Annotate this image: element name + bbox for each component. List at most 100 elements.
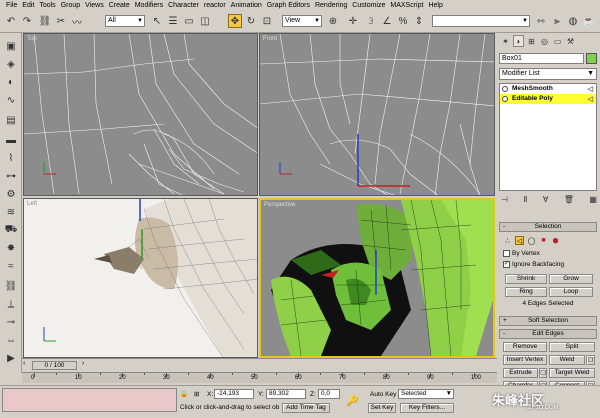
remove-button[interactable]: Remove xyxy=(503,342,547,352)
viewport-perspective[interactable]: Perspective xyxy=(259,198,495,358)
fracture-icon[interactable]: ✸ xyxy=(4,241,18,255)
prismatic-icon[interactable]: ⇔ xyxy=(4,333,18,347)
remove-modifier-icon[interactable]: 🗑 xyxy=(564,195,574,207)
menu-item-reactor[interactable]: reactor xyxy=(204,2,226,9)
spinner-snap-icon[interactable]: ⇕ xyxy=(412,14,426,28)
undo-icon[interactable]: ↶ xyxy=(4,14,18,28)
motor-icon[interactable]: ⚙ xyxy=(4,187,18,201)
menu-item-modifiers[interactable]: Modifiers xyxy=(135,2,163,9)
show-end-result-icon[interactable]: Ⅱ xyxy=(523,195,527,207)
bulb-icon[interactable] xyxy=(502,96,508,102)
object-color-swatch[interactable] xyxy=(586,53,597,64)
maxscript-listener[interactable] xyxy=(2,388,177,412)
viewport-label-perspective[interactable]: Perspective xyxy=(264,202,295,208)
water-icon[interactable]: ≈ xyxy=(4,259,18,273)
selection-rollout-header[interactable]: - Selection xyxy=(499,222,597,232)
select-move-icon[interactable]: ✥ xyxy=(228,14,242,28)
spring-icon[interactable]: ⌇ xyxy=(4,151,18,165)
bulb-icon[interactable] xyxy=(502,86,508,92)
percent-snap-icon[interactable]: % xyxy=(396,14,410,28)
shrink-button[interactable]: Shrink xyxy=(505,274,547,284)
set-key-mode-icon[interactable]: 🔑 xyxy=(346,396,358,407)
object-name-field[interactable]: Box01 xyxy=(499,53,584,64)
material-editor-icon[interactable]: ◍ xyxy=(566,14,580,28)
wind-icon[interactable]: ≋ xyxy=(4,205,18,219)
redo-icon[interactable]: ↷ xyxy=(20,14,34,28)
select-rotate-icon[interactable]: ↻ xyxy=(244,14,258,28)
modifier-list-select[interactable]: Modifier List ▼ xyxy=(499,68,597,80)
target-weld-button[interactable]: Target Weld xyxy=(549,368,595,378)
viewport-label-front[interactable]: Front xyxy=(263,36,277,42)
menu-item-animation[interactable]: Animation xyxy=(231,2,262,9)
viewport-top[interactable]: Top xyxy=(23,33,258,196)
menu-item-character[interactable]: Character xyxy=(168,2,199,9)
angle-snap-icon[interactable]: ∠ xyxy=(380,14,394,28)
reference-coord-select[interactable]: View ▼ xyxy=(282,15,322,27)
hinge-icon[interactable]: ⟂ xyxy=(4,297,18,311)
stack-item-meshsmooth[interactable]: MeshSmooth ◁ xyxy=(500,84,596,94)
viewport-label-left[interactable]: Left xyxy=(27,201,37,207)
pivot-center-icon[interactable]: ⊕ xyxy=(326,14,340,28)
select-manipulate-icon[interactable]: ✛ xyxy=(346,14,360,28)
edit-edges-rollout-header[interactable]: - Edit Edges xyxy=(499,329,597,339)
menu-item-create[interactable]: Create xyxy=(109,2,130,9)
modify-tab-icon[interactable]: ◗ xyxy=(513,35,524,47)
plane-icon[interactable]: ▬ xyxy=(4,133,18,147)
vertex-icon[interactable]: ∴ xyxy=(503,236,512,245)
extrude-settings-icon[interactable]: ▢ xyxy=(539,368,547,378)
toy-car-icon[interactable]: ⛟ xyxy=(4,223,18,237)
ignore-backfacing-checkbox[interactable]: ✓ Ignore Backfacing xyxy=(503,261,564,268)
select-link-icon[interactable]: ⛓ xyxy=(38,14,52,28)
ring-button[interactable]: Ring xyxy=(505,287,547,297)
utilities-tab-icon[interactable]: ⚒ xyxy=(565,35,576,47)
extrude-button[interactable]: Extrude xyxy=(503,368,538,378)
select-by-name-icon[interactable]: ☰ xyxy=(166,14,180,28)
window-crossing-icon[interactable]: ◫ xyxy=(198,14,212,28)
menu-item-rendering[interactable]: Rendering xyxy=(315,2,347,9)
viewport-front[interactable]: Front xyxy=(259,33,495,196)
rect-region-icon[interactable]: ▭ xyxy=(182,14,196,28)
preview-animation-icon[interactable]: ▶ xyxy=(4,351,18,365)
rope-icon[interactable]: ∿ xyxy=(4,93,18,107)
next-frame-icon[interactable]: › xyxy=(82,360,84,367)
edge-icon[interactable]: ◁ xyxy=(515,236,524,245)
stack-item-editable-poly[interactable]: Editable Poly ◁ xyxy=(500,94,596,104)
menu-item-graph-editors[interactable]: Graph Editors xyxy=(267,2,310,9)
bind-space-warp-icon[interactable]: 〰 xyxy=(70,14,84,29)
element-icon[interactable]: ⬢ xyxy=(551,236,560,245)
display-tab-icon[interactable]: ▭ xyxy=(552,35,563,47)
y-coord-field[interactable]: 89,302 xyxy=(266,389,306,399)
viewport-left[interactable]: Left xyxy=(23,198,258,358)
z-coord-field[interactable]: 0,0 xyxy=(318,389,340,399)
set-key-button[interactable]: Set Key xyxy=(368,403,396,413)
key-mode-select[interactable]: Selected ▼ xyxy=(398,389,454,399)
auto-key-label[interactable]: Auto Key xyxy=(370,391,396,398)
deforming-mesh-icon[interactable]: ▤ xyxy=(4,113,18,127)
cloth-icon[interactable]: ◈ xyxy=(4,57,18,71)
configure-modifier-sets-icon[interactable]: ▦ xyxy=(589,195,597,207)
lock-selection-icon[interactable]: 🔒 xyxy=(180,390,188,398)
rigid-body-icon[interactable]: ▣ xyxy=(4,39,18,53)
menu-item-views[interactable]: Views xyxy=(85,2,104,9)
select-object-icon[interactable]: ↖ xyxy=(150,14,164,28)
grow-button[interactable]: Grow xyxy=(549,274,593,284)
menu-item-help[interactable]: Help xyxy=(428,2,442,9)
soft-selection-rollout-header[interactable]: + Soft Selection xyxy=(499,316,597,326)
align-icon[interactable]: ⫸ xyxy=(550,14,564,28)
border-icon[interactable]: ◯ xyxy=(527,236,536,245)
add-time-tag-button[interactable]: Add Time Tag xyxy=(282,403,330,413)
x-coord-field[interactable]: -24,193 xyxy=(214,389,254,399)
snap-toggle-icon[interactable]: 𝟹 xyxy=(364,14,378,28)
point-to-point-icon[interactable]: ⊸ xyxy=(4,315,18,329)
select-scale-icon[interactable]: ⊡ xyxy=(260,14,274,28)
key-filters-button[interactable]: Key Filters... xyxy=(400,403,454,413)
constraint-icon[interactable]: ⛓ xyxy=(4,279,18,293)
polygon-icon[interactable]: ■ xyxy=(539,236,548,245)
soft-body-icon[interactable]: ◐ xyxy=(4,75,18,89)
hierarchy-tab-icon[interactable]: ⊞ xyxy=(526,35,537,47)
render-icon[interactable]: ☕ xyxy=(582,14,596,28)
menu-item-customize[interactable]: Customize xyxy=(352,2,385,9)
create-tab-icon[interactable]: ✶ xyxy=(500,35,511,47)
mirror-icon[interactable]: ⇿ xyxy=(534,14,548,28)
trackbar[interactable]: 0 10 20 30 40 50 60 70 80 90 100 xyxy=(22,372,497,383)
